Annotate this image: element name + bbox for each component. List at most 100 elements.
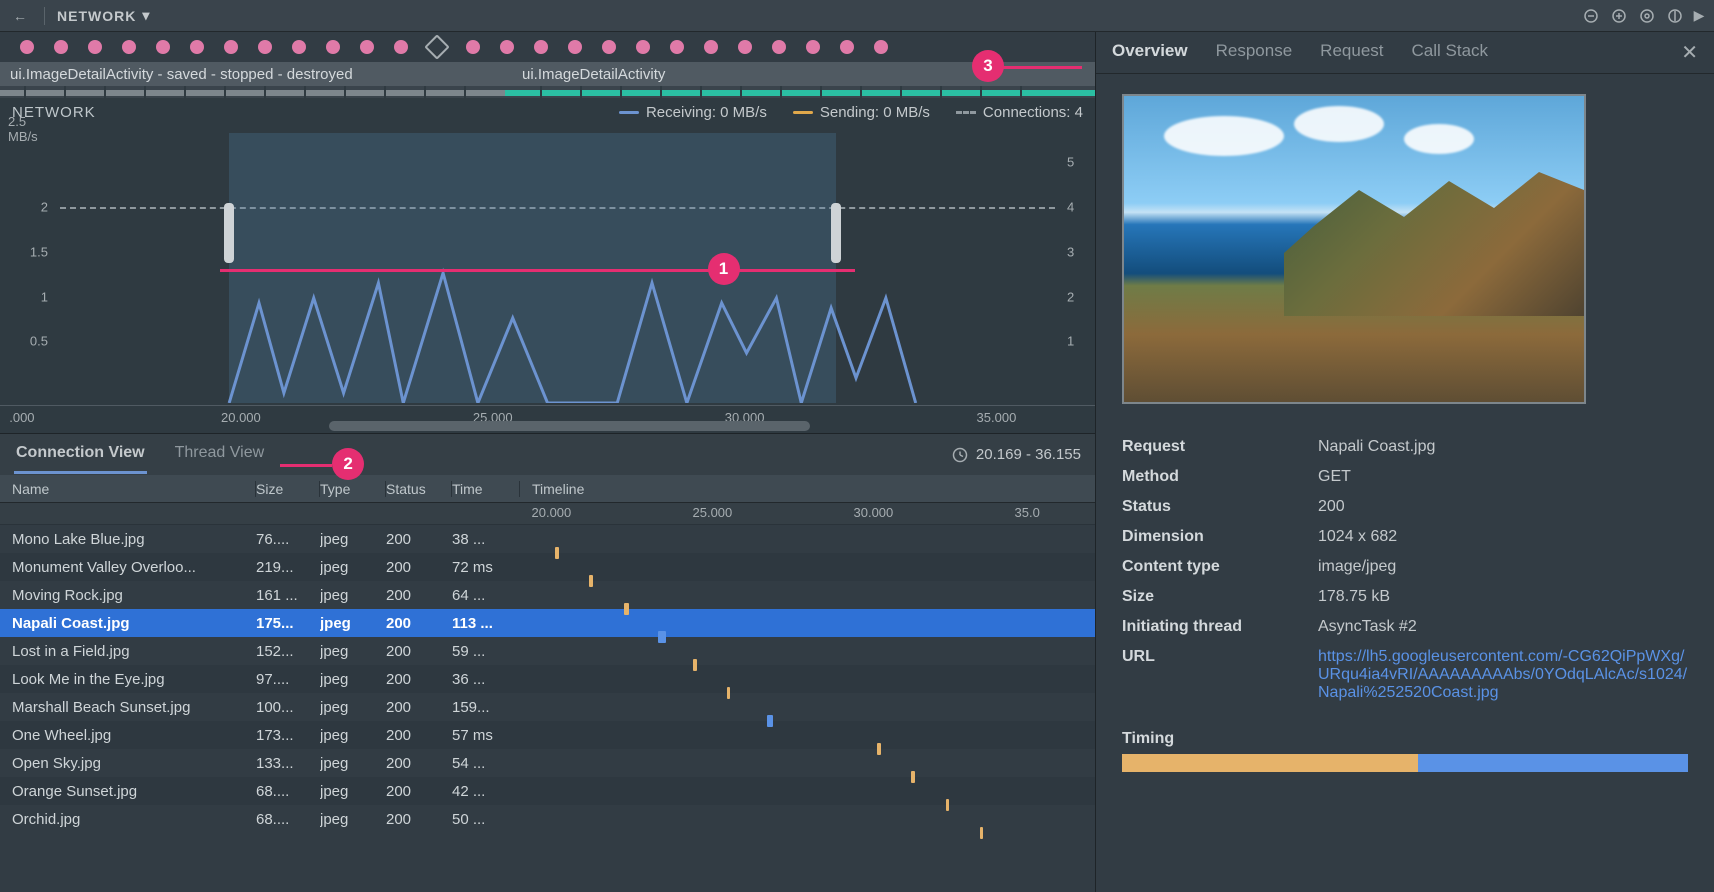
label-dimension: Dimension — [1122, 528, 1318, 546]
cell-time: 38 ... — [452, 531, 520, 548]
tab-request[interactable]: Request — [1320, 41, 1383, 65]
profiler-title[interactable]: NETWORK ▾ — [57, 7, 150, 24]
cell-type: jpeg — [320, 587, 386, 604]
col-time[interactable]: Time — [452, 481, 520, 497]
table-row[interactable]: Moving Rock.jpg161 ...jpeg20064 ... — [0, 581, 1095, 609]
table-row[interactable]: Napali Coast.jpg175...jpeg200113 ... — [0, 609, 1095, 637]
event-dot — [670, 40, 684, 54]
col-name[interactable]: Name — [0, 481, 256, 497]
detail-tabs: Overview Response Request Call Stack ✕ — [1096, 32, 1714, 74]
table-row[interactable]: Orange Sunset.jpg68....jpeg20042 ... — [0, 777, 1095, 805]
cell-name: Open Sky.jpg — [0, 755, 256, 772]
activity-label: ui.ImageDetailActivity - saved - stopped… — [10, 66, 353, 83]
callout-3: 3 — [972, 50, 1004, 82]
event-dot — [636, 40, 650, 54]
back-button[interactable]: ← — [8, 8, 32, 24]
callout-1: 1 — [708, 253, 740, 285]
table-row[interactable]: Open Sky.jpg133...jpeg20054 ... — [0, 749, 1095, 777]
cell-name: Orchid.jpg — [0, 811, 256, 828]
table-row[interactable]: Mono Lake Blue.jpg76....jpeg20038 ... — [0, 525, 1095, 553]
y-axis-left: 2.5 MB/s 2 1.5 1 0.5 — [0, 123, 56, 403]
value-size: 178.75 kB — [1318, 588, 1688, 606]
event-dot — [292, 40, 306, 54]
chevron-down-icon: ▾ — [142, 7, 150, 24]
value-url[interactable]: https://lh5.googleusercontent.com/-CG62Q… — [1318, 648, 1688, 702]
table-row[interactable]: Look Me in the Eye.jpg97....jpeg20036 ..… — [0, 665, 1095, 693]
tab-thread-view[interactable]: Thread View — [173, 435, 267, 474]
event-dot — [500, 40, 514, 54]
cell-status: 200 — [386, 727, 452, 744]
legend-receiving: Receiving: 0 MB/s — [619, 104, 767, 121]
cell-type: jpeg — [320, 559, 386, 576]
label-request: Request — [1122, 438, 1318, 456]
cell-status: 200 — [386, 559, 452, 576]
cell-status: 200 — [386, 615, 452, 632]
event-dot — [122, 40, 136, 54]
views-tabbar: Connection View Thread View 2 20.169 - 3… — [0, 433, 1095, 475]
tab-overview[interactable]: Overview — [1112, 41, 1188, 65]
col-timeline[interactable]: Timeline — [520, 481, 1095, 497]
cell-time: 36 ... — [452, 671, 520, 688]
cell-status: 200 — [386, 587, 452, 604]
cell-type: jpeg — [320, 643, 386, 660]
cell-time: 59 ... — [452, 643, 520, 660]
cell-size: 152... — [256, 643, 320, 660]
cell-name: Lost in a Field.jpg — [0, 643, 256, 660]
timing-bar — [1122, 754, 1688, 772]
callout-1-line — [220, 269, 855, 272]
label-size: Size — [1122, 588, 1318, 606]
event-dot — [394, 40, 408, 54]
reset-zoom-button[interactable] — [1636, 5, 1658, 27]
label-content-type: Content type — [1122, 558, 1318, 576]
label-timing: Timing — [1122, 730, 1688, 748]
timeline-scrollbar[interactable] — [329, 421, 811, 431]
value-method: GET — [1318, 468, 1688, 486]
zoom-in-button[interactable] — [1608, 5, 1630, 27]
cell-size: 219... — [256, 559, 320, 576]
time-range: 20.169 - 36.155 — [952, 446, 1081, 463]
cell-type: jpeg — [320, 671, 386, 688]
label-url: URL — [1122, 648, 1318, 702]
event-dot — [738, 40, 752, 54]
col-size[interactable]: Size — [256, 481, 320, 497]
value-content-type: image/jpeg — [1318, 558, 1688, 576]
cell-size: 68.... — [256, 811, 320, 828]
table-row[interactable]: Lost in a Field.jpg152...jpeg20059 ... — [0, 637, 1095, 665]
response-preview-image — [1122, 94, 1586, 404]
table-row[interactable]: Marshall Beach Sunset.jpg100...jpeg20015… — [0, 693, 1095, 721]
table-row[interactable]: Monument Valley Overloo...219...jpeg2007… — [0, 553, 1095, 581]
table-row[interactable]: One Wheel.jpg173...jpeg20057 ms — [0, 721, 1095, 749]
activity-label: ui.ImageDetailActivity — [522, 66, 665, 83]
zoom-out-button[interactable] — [1580, 5, 1602, 27]
col-status[interactable]: Status — [386, 481, 452, 497]
receiving-line — [60, 123, 1055, 403]
close-detail-button[interactable]: ✕ — [1681, 40, 1698, 65]
table-row[interactable]: Orchid.jpg68....jpeg20050 ... — [0, 805, 1095, 833]
event-dot — [20, 40, 34, 54]
cell-size: 161 ... — [256, 587, 320, 604]
rotation-icon — [424, 34, 449, 59]
value-status: 200 — [1318, 498, 1688, 516]
col-type[interactable]: Type — [320, 481, 386, 497]
table-header[interactable]: Name Size Type Status Time Timeline — [0, 475, 1095, 503]
cell-name: Moving Rock.jpg — [0, 587, 256, 604]
callout-2: 2 — [332, 448, 364, 480]
go-live-button[interactable]: ▶ — [1692, 5, 1706, 27]
cell-name: Monument Valley Overloo... — [0, 559, 256, 576]
chart-header: NETWORK Receiving: 0 MB/s Sending: 0 MB/… — [0, 98, 1095, 123]
cell-size: 100... — [256, 699, 320, 716]
tab-response[interactable]: Response — [1216, 41, 1293, 65]
cell-time: 54 ... — [452, 755, 520, 772]
tab-connection-view[interactable]: Connection View — [14, 435, 147, 474]
table-body[interactable]: Mono Lake Blue.jpg76....jpeg20038 ...Mon… — [0, 525, 1095, 892]
tab-callstack[interactable]: Call Stack — [1412, 41, 1489, 65]
network-chart[interactable]: 2.5 MB/s 2 1.5 1 0.5 5 4 3 2 1 — [0, 123, 1095, 433]
toolbar: ← NETWORK ▾ ▶ — [0, 0, 1714, 32]
separator — [44, 7, 45, 25]
cell-name: Napali Coast.jpg — [0, 615, 256, 632]
event-dots-bar[interactable] — [0, 32, 1095, 62]
label-method: Method — [1122, 468, 1318, 486]
zoom-selection-button[interactable] — [1664, 5, 1686, 27]
event-dot — [88, 40, 102, 54]
cell-type: jpeg — [320, 615, 386, 632]
